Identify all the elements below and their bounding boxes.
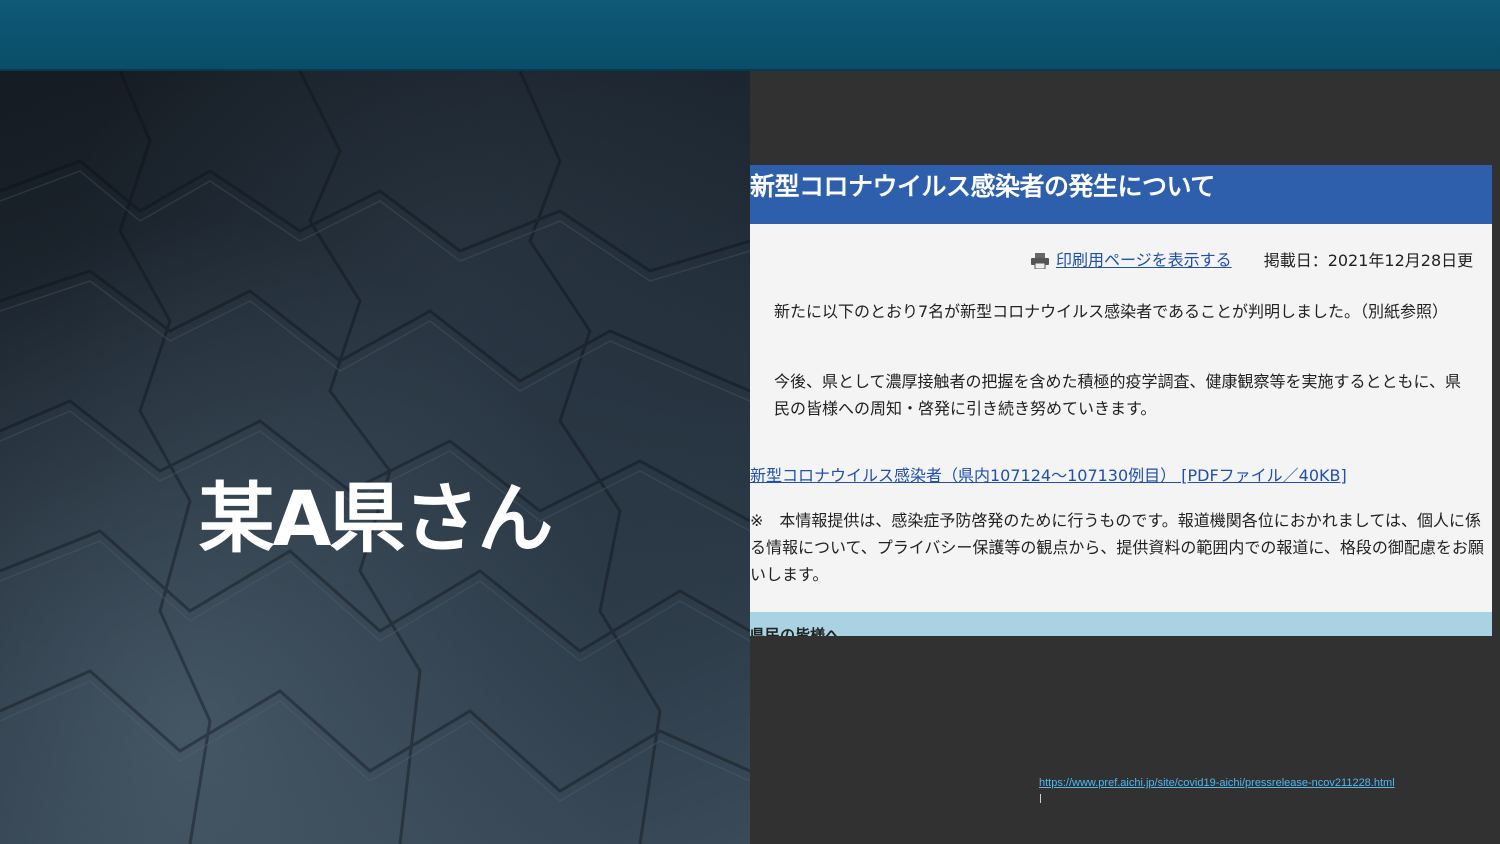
top-banner (0, 0, 1500, 71)
printer-icon (1031, 252, 1049, 269)
paragraph-followup: 今後、県として濃厚接触者の把握を含めた積極的疫学調査、健康観察等を実施するととも… (774, 372, 1462, 418)
paragraph-new-cases: 新たに以下のとおり7名が新型コロナウイルス感染者であることが判明しました。（別紙… (774, 302, 1449, 321)
web-page-screenshot: 新型コロナウイルス感染者の発生について 印刷用ページを表示する 掲載日：2021年… (750, 165, 1492, 636)
text-cursor (1040, 794, 1041, 803)
print-page-link[interactable]: 印刷用ページを表示する (1056, 251, 1232, 270)
page-header: 新型コロナウイルス感染者の発生について (750, 165, 1492, 224)
section-band: 県民の皆様へ (750, 612, 1492, 636)
pdf-link[interactable]: 新型コロナウイルス感染者（県内107124～107130例目） [PDFファイル… (750, 463, 1492, 489)
source-url-link[interactable]: https://www.pref.aichi.jp/site/covid19-a… (1039, 776, 1395, 790)
post-date: 掲載日：2021年12月28日更 (1263, 250, 1474, 270)
terrain-background-panel: 某A県さん (0, 71, 750, 844)
disclaimer-note: ※ 本情報提供は、感染症予防啓発のために行うものです。報道機関各位におかれまして… (750, 511, 1484, 584)
slide-title: 某A県さん (198, 474, 554, 563)
terrain-texture (0, 71, 750, 844)
print-row: 印刷用ページを表示する 掲載日：2021年12月28日更 (1030, 247, 1492, 273)
